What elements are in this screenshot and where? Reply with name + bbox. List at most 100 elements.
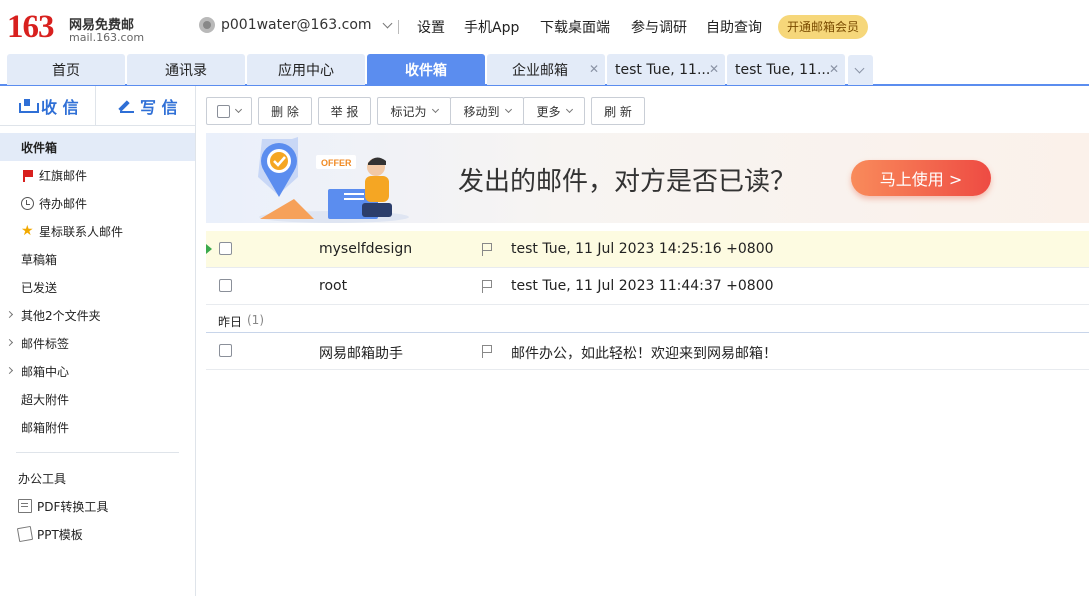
close-icon[interactable]: ✕ [589,62,599,76]
mark-as-label: 标记为 [390,104,427,119]
chevron-down-icon [854,63,865,74]
tab-inbox[interactable]: 收件箱 [367,54,485,85]
chevron-down-icon [431,105,439,114]
select-all-dropdown[interactable] [206,97,252,125]
logo-domain: mail.163.com [69,31,145,44]
sidebar-item-drafts[interactable]: 草稿箱 [0,245,195,273]
flag-icon[interactable] [482,280,493,293]
banner-headline: 发出的邮件，对方是否已读？ [458,167,797,197]
tab-contacts[interactable]: 通讯录 [127,54,245,85]
tab-label: test Tue, 11... [615,61,711,78]
tab-home[interactable]: 首页 [7,54,125,85]
pencil-icon [120,99,134,113]
sidebar-item-large-attachments[interactable]: 超大附件 [0,385,195,413]
tab-enterprise-mail[interactable]: 企业邮箱 ✕ [487,54,605,85]
sidebar-item-starred[interactable]: ★ 星标联系人邮件 [0,217,195,245]
folder-label: 红旗邮件 [39,168,88,183]
mail-checkbox[interactable] [219,279,232,292]
self-service-link[interactable]: 自助查询 [706,17,762,37]
mail-checkbox[interactable] [219,242,232,255]
sidebar-item-labels[interactable]: 邮件标签 [0,329,195,357]
mail-row[interactable]: 网易邮箱助手 邮件办公，如此轻松！欢迎来到网易邮箱！ [206,333,1089,370]
more-dropdown[interactable]: 更多 [523,97,585,125]
folder-label: 邮箱附件 [21,420,70,435]
move-to-dropdown[interactable]: 移动到 [450,97,524,125]
tools-title-label: 办公工具 [18,471,67,486]
avatar-icon [199,17,215,33]
more-label: 更多 [536,104,561,119]
sidebar-item-attachments[interactable]: 邮箱附件 [0,413,195,441]
logo-number: 163 [7,9,54,45]
inbox-tray-icon [19,99,39,113]
select-all-checkbox[interactable] [217,104,230,118]
tool-label: PPT模板 [37,527,83,542]
sidebar: 收 信 写 信 收件箱 红旗邮件 待办邮件 ★ 星标联系人邮件 草稿箱 已发送 其… [0,86,196,596]
write-label: 写 信 [140,98,178,117]
tab-label: test Tue, 11... [735,61,831,78]
chevron-down-icon [234,105,243,114]
current-mail-marker-icon [206,244,212,254]
tab-label: 首页 [52,62,80,79]
close-icon[interactable]: ✕ [709,62,719,76]
write-button[interactable]: 写 信 [120,86,178,126]
sidebar-item-other-folders[interactable]: 其他2个文件夹 [0,301,195,329]
survey-link[interactable]: 参与调研 [631,17,687,37]
banner-try-button[interactable]: 马上使用 > [851,160,991,196]
download-desktop-link[interactable]: 下载桌面端 [540,17,610,37]
mobile-app-link[interactable]: 手机App [464,17,519,37]
chevron-down-icon [565,105,573,114]
sidebar-item-sent[interactable]: 已发送 [0,273,195,301]
group-header-yesterday: 昨日 (1) [206,305,1089,333]
tab-label: 收件箱 [405,62,447,79]
vip-button[interactable]: 开通邮箱会员 [778,15,869,39]
mark-as-dropdown[interactable]: 标记为 [377,97,451,125]
mail-row[interactable]: myselfdesign test Tue, 11 Jul 2023 14:25… [206,231,1089,268]
sidebar-item-todo[interactable]: 待办邮件 [0,189,195,217]
tab-label: 应用中心 [278,62,334,79]
account-menu[interactable]: p001water@163.com [199,17,393,33]
account-email: p001water@163.com [221,17,372,33]
pdf-icon [18,499,32,513]
sidebar-item-mail-center[interactable]: 邮箱中心 [0,357,195,385]
sidebar-divider [16,452,179,453]
receive-button[interactable]: 收 信 [19,86,79,126]
action-divider [95,86,96,126]
header-divider [398,20,399,34]
sidebar-item-red-flag[interactable]: 红旗邮件 [0,161,195,189]
tools-title: 办公工具 [0,464,195,492]
folder-label: 星标联系人邮件 [39,224,124,239]
tab-mail-1[interactable]: test Tue, 11... ✕ [607,54,725,85]
tab-label: 通讯录 [165,62,207,79]
flag-icon[interactable] [482,345,493,358]
mail-list: myselfdesign test Tue, 11 Jul 2023 14:25… [206,231,1089,370]
folder-label: 收件箱 [21,140,58,155]
clock-icon [21,196,34,210]
delete-button[interactable]: 删 除 [258,97,312,125]
mail-sender: 网易邮箱助手 [319,346,403,362]
mail-subject: test Tue, 11 Jul 2023 11:44:37 +0800 [511,278,774,294]
sidebar-item-inbox[interactable]: 收件箱 [0,133,195,161]
mail-checkbox[interactable] [219,344,232,357]
tab-label: 企业邮箱 [512,62,568,79]
receive-label: 收 信 [41,98,79,117]
folder-label: 草稿箱 [21,252,58,267]
offer-illustration-icon: OFFER [258,137,409,223]
mail-row[interactable]: root test Tue, 11 Jul 2023 11:44:37 +080… [206,268,1089,305]
sidebar-item-ppt-templates[interactable]: PPT模板 [0,520,195,548]
promo-banner[interactable]: OFFER 发出的邮件，对方是否已读？ 马上使用 > [206,133,1089,223]
tab-mail-2[interactable]: test Tue, 11... ✕ [727,54,845,85]
folder-label: 超大附件 [21,392,70,407]
close-icon[interactable]: ✕ [829,62,839,76]
tab-app-center[interactable]: 应用中心 [247,54,365,85]
refresh-button[interactable]: 刷 新 [591,97,645,125]
folder-label: 邮箱中心 [21,364,70,379]
tab-overflow-button[interactable] [848,55,873,85]
folder-label: 待办邮件 [39,196,88,211]
report-button[interactable]: 举 报 [318,97,371,125]
settings-link[interactable]: 设置 [417,17,445,37]
sidebar-item-pdf-tool[interactable]: PDF转换工具 [0,492,195,520]
chevron-right-icon [5,338,14,347]
move-to-label: 移动到 [463,104,500,119]
flag-icon[interactable] [482,243,493,256]
mail-subject: 邮件办公，如此轻松！欢迎来到网易邮箱！ [511,346,777,362]
